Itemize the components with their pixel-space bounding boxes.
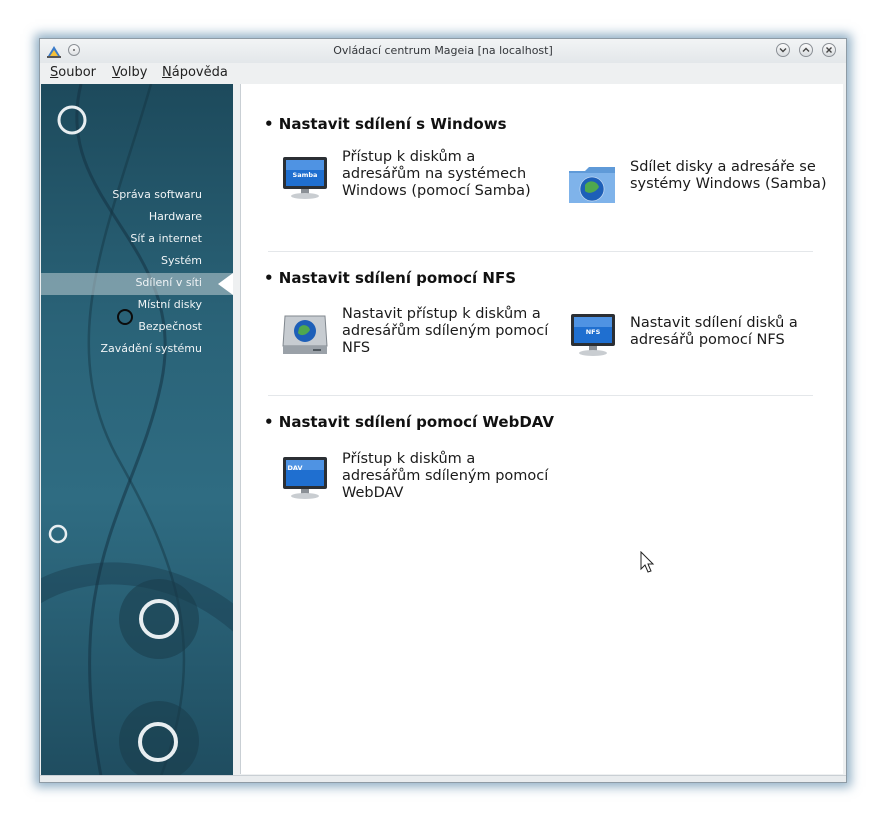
close-button[interactable] <box>822 43 836 57</box>
samba-monitor-icon: Samba <box>283 157 327 199</box>
main-window: Ovládací centrum Mageia [na localhost] S… <box>39 38 847 783</box>
section-title-nfs: • Nastavit sdílení pomocí NFS <box>264 269 517 287</box>
window-title: Ovládací centrum Mageia [na localhost] <box>333 44 553 57</box>
webdav-access-item[interactable]: DAV Přístup k diskům a adresářům sdílený… <box>279 451 559 523</box>
content-panel: • Nastavit sdílení s Windows Samba Příst… <box>240 84 843 774</box>
menu-bar: Soubor Volby Nápověda <box>40 63 846 84</box>
nfs-access-item[interactable]: Nastavit přístup k diskům a adresářům sd… <box>279 306 559 376</box>
svg-text:NFS: NFS <box>586 328 601 336</box>
sidebar-item-sdileni-v-siti[interactable]: Sdílení v síti <box>135 276 202 289</box>
sidebar-item-sit-a-internet[interactable]: Síť a internet <box>130 232 202 245</box>
chevron-down-icon <box>779 48 787 53</box>
sidebar-item-hardware[interactable]: Hardware <box>149 210 202 223</box>
nfs-monitor-icon: NFS <box>571 314 615 356</box>
close-icon <box>826 47 832 53</box>
sidebar-item-zavadeni-systemu[interactable]: Zavádění systému <box>100 342 202 355</box>
menu-napoveda[interactable]: Nápověda <box>162 65 228 80</box>
sidebar-item-mistni-disky[interactable]: Místní disky <box>138 298 202 311</box>
maximize-button[interactable] <box>799 43 813 57</box>
active-category-arrow <box>218 273 233 295</box>
category-sidebar: Správa softwaru Hardware Síť a internet … <box>41 84 233 776</box>
svg-text:Samba: Samba <box>293 171 318 179</box>
nfs-access-label: Nastavit přístup k diskům a adresářům sd… <box>342 306 549 356</box>
svg-text:DAV: DAV <box>287 464 302 472</box>
nfs-share-item[interactable]: NFS Nastavit sdílení disků a adresářů po… <box>567 310 847 380</box>
nfs-share-label: Nastavit sdílení disků a adresářů pomocí… <box>630 315 798 348</box>
chevron-up-icon <box>802 47 810 52</box>
samba-share-item[interactable]: Sdílet disky a adresáře se systémy Windo… <box>567 159 847 229</box>
section-divider <box>268 395 813 396</box>
title-bar[interactable]: Ovládací centrum Mageia [na localhost] <box>40 39 846 63</box>
mouse-cursor-icon <box>640 551 655 573</box>
sidebar-item-bezpecnost[interactable]: Bezpečnost <box>138 320 202 333</box>
samba-access-label: Přístup k diskům a adresářům na systémec… <box>342 149 531 199</box>
webdav-access-label: Přístup k diskům a adresářům sdíleným po… <box>342 451 549 501</box>
minimize-button[interactable] <box>776 43 790 57</box>
network-drive-globe-icon <box>282 315 328 354</box>
section-title-windows: • Nastavit sdílení s Windows <box>264 115 507 133</box>
section-divider <box>268 251 813 252</box>
section-title-webdav: • Nastavit sdílení pomocí WebDAV <box>264 413 554 431</box>
menu-soubor[interactable]: Soubor <box>50 65 96 80</box>
samba-share-label: Sdílet disky a adresáře se systémy Windo… <box>630 159 827 192</box>
dav-monitor-icon: DAV <box>283 457 327 499</box>
sidebar-item-sprava-softwaru[interactable]: Správa softwaru <box>112 188 202 201</box>
samba-access-item[interactable]: Samba Přístup k diskům a adresářům na sy… <box>279 149 559 221</box>
shared-folder-globe-icon <box>569 167 615 203</box>
menu-volby[interactable]: Volby <box>112 65 147 80</box>
status-bar <box>40 775 846 782</box>
sidebar-item-system[interactable]: Systém <box>161 254 202 267</box>
